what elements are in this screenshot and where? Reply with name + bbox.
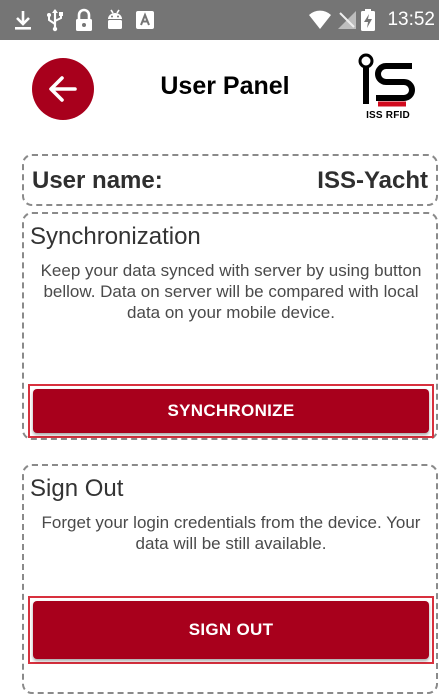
user-name-label: User name: xyxy=(32,167,163,194)
iss-rfid-logo: ISS RFID xyxy=(356,52,420,124)
back-button[interactable] xyxy=(32,58,94,120)
status-time: 13:52 xyxy=(387,9,435,30)
keyboard-icon xyxy=(134,8,156,32)
arrow-left-icon xyxy=(49,76,77,102)
download-icon xyxy=(12,8,34,32)
sign-out-title: Sign Out xyxy=(30,475,124,502)
no-sim-icon xyxy=(336,8,358,32)
sign-out-description: Forget your login credentials from the d… xyxy=(41,513,421,553)
synchronize-button-frame: SYNCHRONIZE xyxy=(28,384,434,438)
synchronization-card: Synchronization Keep your data synced wi… xyxy=(22,212,438,440)
sign-out-card: Sign Out Forget your login credentials f… xyxy=(22,464,438,694)
page-title: User Panel xyxy=(160,72,290,100)
wifi-icon xyxy=(308,8,332,32)
sign-out-button-frame: SIGN OUT xyxy=(28,596,434,664)
logo-caption: ISS RFID xyxy=(366,110,410,121)
usb-icon xyxy=(44,8,66,32)
user-name-value: ISS-Yacht xyxy=(317,167,428,194)
battery-charging-icon xyxy=(360,8,376,32)
synchronize-button[interactable]: SYNCHRONIZE xyxy=(33,389,429,433)
synchronization-title: Synchronization xyxy=(30,223,201,250)
user-info-card: User name: ISS-Yacht xyxy=(22,154,438,206)
status-bar: 13:52 xyxy=(0,0,439,40)
synchronization-description: Keep your data synced with server by usi… xyxy=(40,261,422,322)
lock-icon xyxy=(73,8,95,32)
android-icon xyxy=(104,8,126,32)
sign-out-button[interactable]: SIGN OUT xyxy=(33,601,429,659)
